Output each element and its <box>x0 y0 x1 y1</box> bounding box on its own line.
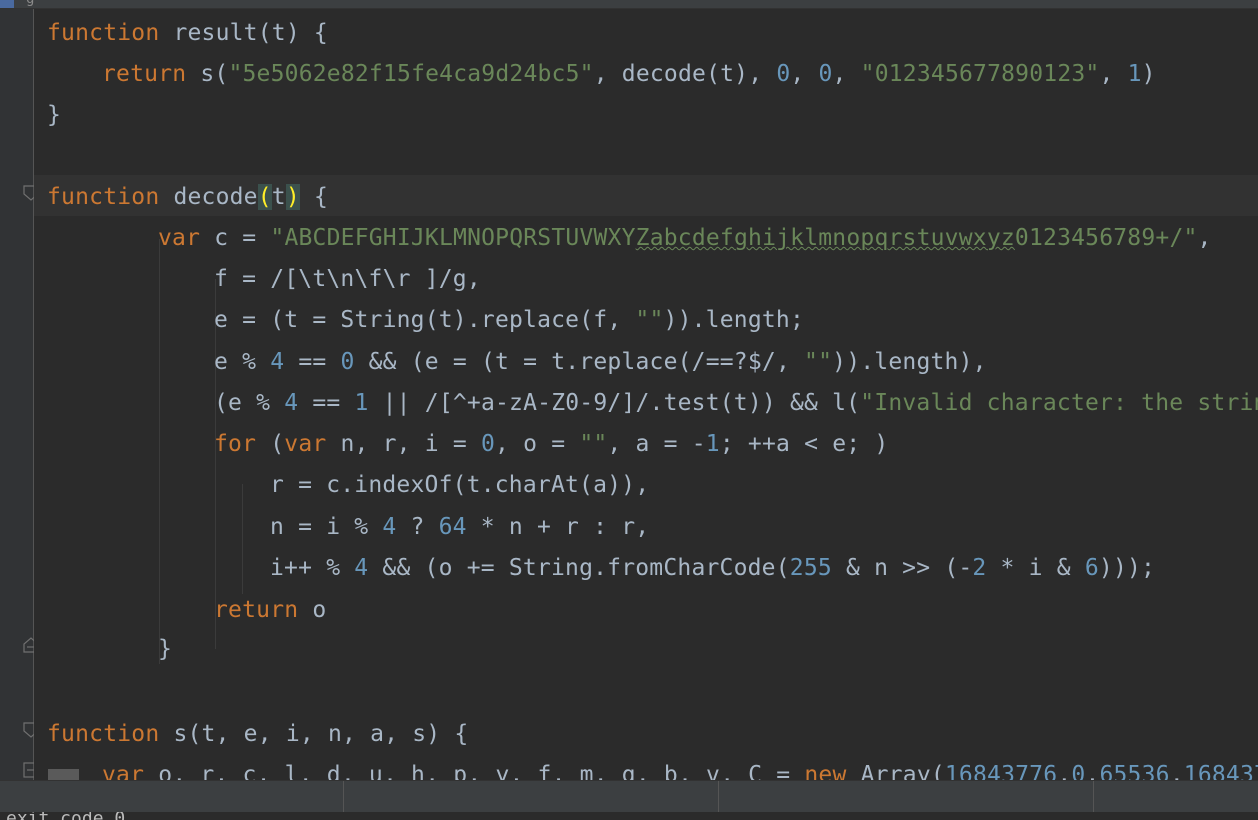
run-console: exit code 0 <box>0 812 1258 820</box>
code-line[interactable]: var o, r, c, l, d, u, h, p, y, f, m, g, … <box>102 755 1258 780</box>
status-segment[interactable] <box>0 781 344 813</box>
code-line[interactable]: (e % 4 == 1 || /[^+a-zA-Z0-9/]/.test(t))… <box>214 383 1258 424</box>
tab-label-fragment[interactable]: g <box>26 0 34 7</box>
code-line[interactable]: e % 4 == 0 && (e = (t = t.replace(/==?$/… <box>214 342 987 383</box>
code-line[interactable]: f = /[\t\n\f\r ]/g, <box>214 259 481 300</box>
indent-guide <box>159 239 160 664</box>
code-line[interactable]: n = i % 4 ? 64 * n + r : r, <box>270 507 649 548</box>
line-gutter[interactable] <box>0 9 39 780</box>
code-line[interactable]: for (var n, r, i = 0, o = "", a = -1; ++… <box>214 424 888 465</box>
console-output: exit code 0 <box>6 812 125 820</box>
code-editor[interactable]: function result(t) { return s("5e5062e82… <box>34 9 1258 780</box>
collapsed-fold-placeholder[interactable] <box>48 769 79 780</box>
editor-tab-strip: g <box>0 0 1258 9</box>
code-line[interactable]: } <box>158 629 172 670</box>
code-line[interactable]: return o <box>214 590 326 631</box>
status-segment[interactable] <box>344 781 719 813</box>
code-line[interactable]: r = c.indexOf(t.charAt(a)), <box>270 465 649 506</box>
status-bar <box>0 780 1258 813</box>
code-line[interactable]: return s("5e5062e82f15fe4ca9d24bc5", dec… <box>102 54 1156 95</box>
active-tab-marker <box>0 0 14 8</box>
code-line[interactable]: i++ % 4 && (o += String.fromCharCode(255… <box>270 548 1155 589</box>
code-line[interactable]: e = (t = String(t).replace(f, "")).lengt… <box>214 300 804 341</box>
status-segment[interactable] <box>719 781 1094 813</box>
code-line[interactable]: var c = "ABCDEFGHIJKLMNOPQRSTUVWXYZabcde… <box>158 218 1212 259</box>
code-line[interactable]: } <box>47 95 61 136</box>
code-line[interactable]: function s(t, e, i, n, a, s) { <box>47 714 468 755</box>
code-line[interactable]: function decode(t) { <box>47 177 328 218</box>
code-line[interactable]: function result(t) { <box>47 13 328 54</box>
indent-guide <box>242 484 243 594</box>
